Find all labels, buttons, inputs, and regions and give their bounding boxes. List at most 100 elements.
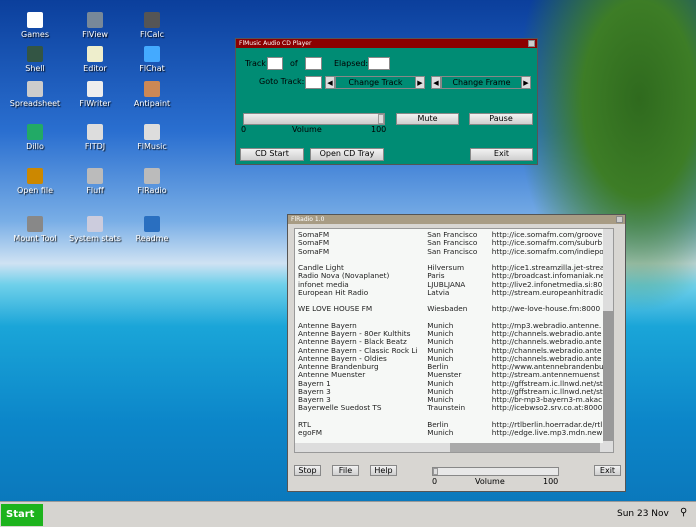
station-city: Munich — [427, 346, 454, 355]
desktop-icon-fluff[interactable]: Fluff — [64, 168, 126, 195]
station-row[interactable] — [298, 297, 613, 305]
close-icon[interactable] — [528, 40, 535, 47]
clock[interactable]: Sun 23 Nov — [617, 509, 669, 519]
station-list[interactable]: SomaFM San Francisco http://ice.somafm.com… — [294, 228, 614, 453]
station-row[interactable]: WE LOVE HOUSE FM Wiesbaden http://we-love-… — [298, 305, 613, 313]
station-row[interactable]: Antenne Bayern - Classic Rock Li Munich ht… — [298, 347, 613, 355]
vertical-scrollbar[interactable] — [603, 229, 613, 444]
pause-button[interactable]: Pause — [469, 113, 533, 125]
desktop-icon-spreadsheet[interactable]: Spreadsheet — [4, 81, 66, 108]
station-row[interactable]: SomaFM San Francisco http://ice.somafm.com… — [298, 248, 613, 256]
volume-slider-handle[interactable] — [378, 114, 384, 124]
change-track-button[interactable]: Change Track — [335, 76, 416, 89]
desktop-icon-flchat[interactable]: FlChat — [121, 46, 183, 73]
icon-label: Games — [21, 30, 49, 39]
station-row[interactable]: Radio Nova (Novaplanet) Paris http://broad… — [298, 272, 613, 280]
station-name: Antenne Bayern - 80er Kulthits — [298, 330, 411, 338]
desktop-icon-flmusic[interactable]: FlMusic — [121, 124, 183, 151]
cd-start-button[interactable]: CD Start — [240, 148, 304, 161]
station-row[interactable]: Antenne Bayern - 80er Kulthits Munich http… — [298, 330, 613, 338]
station-row[interactable]: Antenne Bayern - Black Beatz Munich http:/… — [298, 338, 613, 346]
goto-track-field[interactable] — [305, 76, 322, 89]
desktop-icon-flcalc[interactable]: FlCalc — [121, 12, 183, 39]
change-frame-prev-arrow[interactable]: ◀ — [431, 76, 441, 89]
station-row[interactable] — [298, 314, 613, 322]
station-city: Paris — [427, 272, 445, 281]
icon-label: Dillo — [26, 142, 44, 151]
scrollbar-thumb[interactable] — [603, 311, 613, 441]
station-row[interactable]: RTL Berlin http://rtlberlin.hoerradar.de/r… — [298, 421, 613, 429]
of-label: of — [290, 59, 298, 68]
close-icon[interactable] — [616, 216, 623, 223]
total-tracks-field[interactable] — [305, 57, 322, 70]
station-row[interactable] — [298, 413, 613, 421]
desktop-icon-readme[interactable]: Readme — [121, 216, 183, 243]
station-row[interactable]: infonet media LJUBLJANA http://live2.infon… — [298, 281, 613, 289]
desktop-icon-antipaint[interactable]: Antipaint — [121, 81, 183, 108]
desktop-icon-flradio[interactable]: FlRadio — [121, 168, 183, 195]
station-url: http://mp3.webradio.antenne. — [491, 321, 602, 330]
volume-slider-handle[interactable] — [433, 468, 438, 475]
change-frame-next-arrow[interactable]: ▶ — [521, 76, 531, 89]
station-url — [492, 256, 613, 264]
icon-label: FlRadio — [137, 186, 167, 195]
station-row[interactable]: Bayern 3 Munich http://gffstream.ic.llnwd.… — [298, 388, 613, 396]
station-city: Wiesbaden — [427, 305, 468, 314]
tray-icon[interactable]: ⚲ — [680, 507, 687, 518]
station-row[interactable]: Bayern 1 Munich http://gffstream.ic.llnwd.… — [298, 380, 613, 388]
station-row[interactable]: Bayern 3 Munich http://br-mp3-bayern3-m.ak… — [298, 396, 613, 404]
station-row[interactable]: egoFM Munich http://edge.live.mp3.mdn.new — [298, 429, 613, 437]
desktop-icon-games[interactable]: Games — [4, 12, 66, 39]
desktop-icon-flwriter[interactable]: FlWriter — [64, 81, 126, 108]
change-track-next-arrow[interactable]: ▶ — [415, 76, 425, 89]
window-title: FlRadio 1.0 — [291, 216, 325, 223]
fluff-icon — [87, 168, 103, 184]
station-row[interactable]: Antenne Brandenburg Berlin http://www.ante… — [298, 363, 613, 371]
exit-button[interactable]: Exit — [470, 148, 533, 161]
file-button[interactable]: File — [332, 465, 359, 476]
change-track-prev-arrow[interactable]: ◀ — [325, 76, 335, 89]
desktop-icon-dillo[interactable]: Dillo — [4, 124, 66, 151]
station-url: http://edge.live.mp3.mdn.new — [491, 429, 603, 437]
volume-slider[interactable] — [243, 113, 385, 125]
station-row[interactable]: SomaFM San Francisco http://ice.somafm.com… — [298, 231, 613, 239]
desktop-icon-flview[interactable]: FlView — [64, 12, 126, 39]
station-name — [298, 413, 427, 421]
desktop-icon-system-stats[interactable]: System stats — [64, 216, 126, 243]
desktop-icon-editor[interactable]: Editor — [64, 46, 126, 73]
station-row[interactable] — [298, 256, 613, 264]
station-row[interactable]: SomaFM San Francisco http://ice.somafm.com… — [298, 239, 613, 247]
horizontal-scrollbar[interactable] — [295, 443, 613, 452]
station-row[interactable]: Antenne Bayern Munich http://mp3.webradio.… — [298, 322, 613, 330]
station-row[interactable]: Bayerwelle Suedost TS Traunstein http://ic… — [298, 404, 613, 412]
elapsed-field[interactable] — [368, 57, 390, 70]
flradio-icon — [144, 168, 160, 184]
station-row[interactable]: Candle Light Hilversum http://ice1.streamz… — [298, 264, 613, 272]
volume-slider[interactable] — [432, 467, 559, 476]
track-field[interactable] — [267, 57, 283, 70]
desktop-icon-open-file[interactable]: Open file — [4, 168, 66, 195]
radio-titlebar[interactable]: FlRadio 1.0 — [288, 215, 625, 224]
flview-icon — [87, 12, 103, 28]
icon-label: FlCalc — [140, 30, 164, 39]
station-row[interactable]: Antenne Bayern - Oldies Munich http://chan… — [298, 355, 613, 363]
desktop-icon-shell[interactable]: Shell — [4, 46, 66, 73]
station-url: http://icebwso2.srv.co.at:8000 — [491, 404, 603, 413]
station-city: Traunstein — [427, 404, 466, 413]
exit-button[interactable]: Exit — [594, 465, 621, 476]
change-frame-button[interactable]: Change Frame — [441, 76, 522, 89]
cd-player-titlebar[interactable]: FlMusic Audio CD Player — [236, 39, 537, 48]
scrollbar-thumb[interactable] — [450, 443, 600, 452]
station-name: Antenne Bayern — [298, 321, 357, 330]
stop-button[interactable]: Stop — [294, 465, 321, 476]
mute-button[interactable]: Mute — [396, 113, 459, 125]
desktop-icon-mount-tool[interactable]: Mount Tool — [4, 216, 66, 243]
help-button[interactable]: Help — [370, 465, 397, 476]
desktop-icon-fltdj[interactable]: FlTDJ — [64, 124, 126, 151]
start-button[interactable]: Start — [1, 504, 43, 526]
station-url: http://channels.webradio.ante — [491, 346, 602, 355]
fltdj-icon — [87, 124, 103, 140]
station-row[interactable]: European Hit Radio Latvia http://stream.eu… — [298, 289, 613, 297]
open-cd-tray-button[interactable]: Open CD Tray — [310, 148, 384, 161]
station-row[interactable]: Antenne Muenster Muenster http://stream.an… — [298, 371, 613, 379]
